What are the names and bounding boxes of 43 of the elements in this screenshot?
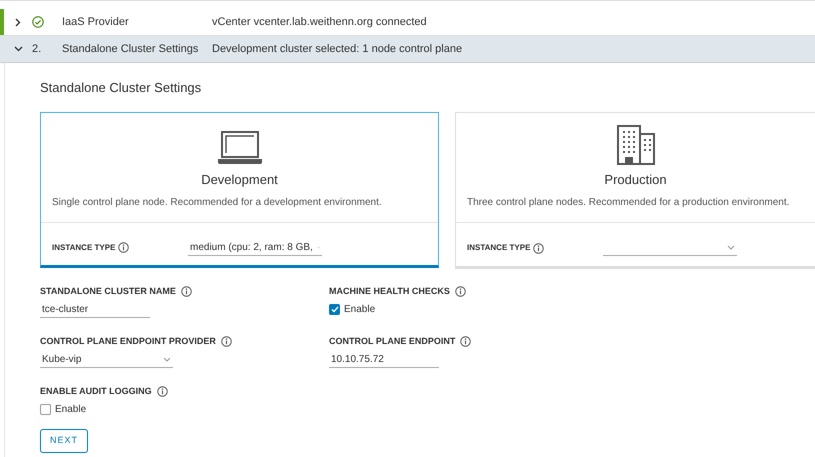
plan-card[interactable]: Production Three control plane nodes. Recommended for a production environment. INSTANCE TYPE [455, 112, 815, 268]
dropdown-caret-icon [727, 245, 735, 250]
info-icon[interactable] [460, 336, 472, 347]
plan-title: Production [604, 170, 667, 188]
plan-description: Three control plane nodes. Recommended for a production environment. [466, 196, 790, 210]
plan-card[interactable]: Development Single control plane node. Recommended for a development environment. INSTANCE TYPE medium (cpu: 2, ram: 8 GB, [40, 112, 439, 268]
field-label: CONTROL PLANE ENDPOINT [329, 334, 456, 348]
text-field[interactable]: 10.10.75.72 [329, 351, 439, 368]
step-summary: vCenter vcenter.lab.weithenn.org connected [212, 14, 427, 30]
checkbox-label: Enable [55, 403, 86, 417]
field-label: STANDALONE CLUSTER NAME [40, 284, 176, 298]
checkbox[interactable] [329, 304, 340, 315]
next-button[interactable]: NEXT [40, 428, 88, 452]
buildings-icon [616, 124, 656, 164]
field-label: INSTANCE TYPE [467, 242, 531, 254]
step-title: IaaS Provider [62, 14, 130, 30]
step-summary: Development cluster selected: 1 node control plane [212, 42, 462, 57]
info-icon[interactable] [454, 286, 466, 297]
field-label: CONTROL PLANE ENDPOINT PROVIDER [40, 334, 216, 348]
text-field[interactable]: tce-cluster [40, 301, 150, 318]
laptop-icon [216, 130, 262, 164]
step-header[interactable]: 2. Standalone Cluster Settings Development cluster selected: 1 node control plane [0, 36, 815, 62]
field-label: MACHINE HEALTH CHECKS [329, 284, 450, 298]
plan-title: Development [201, 170, 278, 189]
field-label: ENABLE AUDIT LOGGING [40, 384, 152, 398]
instance-type-select[interactable]: medium (cpu: 2, ram: 8 GB, [188, 240, 322, 256]
step-number: 2. [32, 42, 42, 57]
chevron-down-icon[interactable] [14, 46, 22, 52]
info-icon[interactable] [220, 336, 232, 347]
info-icon[interactable] [180, 286, 192, 297]
info-icon[interactable] [533, 242, 544, 254]
field-label: INSTANCE TYPE [52, 242, 116, 254]
select-field[interactable]: Kube-vip [40, 351, 173, 368]
plan-description: Single control plane node. Recommended for a development environment. [51, 196, 383, 210]
section-title: Standalone Cluster Settings [40, 79, 202, 97]
dropdown-caret-icon [163, 356, 171, 362]
chevron-right-icon[interactable] [15, 18, 21, 26]
check-circle-icon [32, 16, 44, 28]
info-icon[interactable] [118, 242, 129, 254]
info-icon[interactable] [156, 386, 168, 397]
checkbox-label: Enable [344, 303, 376, 317]
step-title: Standalone Cluster Settings [62, 42, 200, 57]
checkbox[interactable] [40, 404, 51, 415]
